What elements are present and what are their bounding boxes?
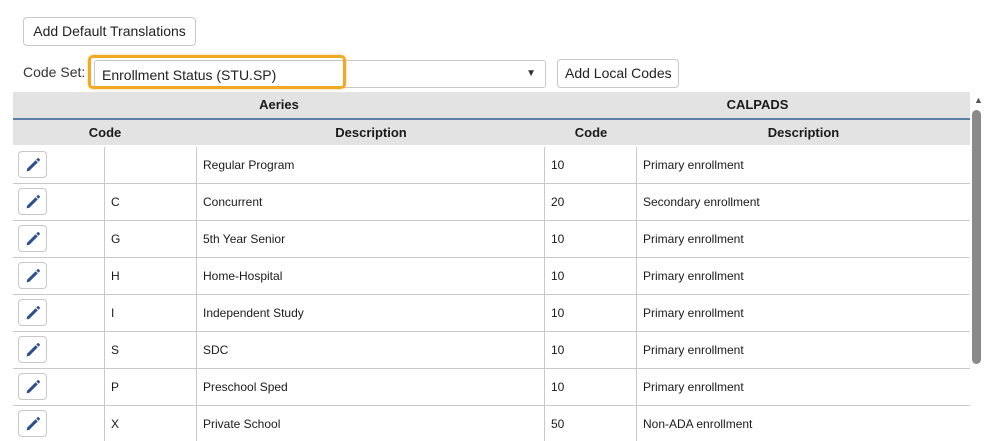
calpads-description-cell: Non-ADA enrollment [643,417,753,431]
aeries-code-cell: G [105,221,197,257]
aeries-description-cell: Home-Hospital [197,258,545,294]
calpads-code-cell: 10 [545,258,637,294]
calpads-description-cell: Secondary enrollment [643,195,760,209]
chevron-up-icon[interactable]: ▲ [974,95,983,105]
aeries-code-cell: X [105,406,197,441]
code-set-label: Code Set: [23,64,86,80]
scrollbar-thumb[interactable] [972,110,981,364]
calpads-description-cell: Primary enrollment [643,380,744,394]
add-local-codes-button[interactable]: Add Local Codes [557,59,679,88]
vertical-scrollbar[interactable]: ▲ [970,92,988,441]
edit-cell [13,295,105,331]
column-header-calpads-description[interactable]: Description [637,120,970,145]
translation-table: Aeries CALPADS Code Description Code Des… [13,92,970,441]
calpads-description-cell: Primary enrollment [643,306,744,320]
table-row: I Independent Study 10 Primary enrollment [13,295,970,332]
edit-button[interactable] [18,336,47,363]
table-row: X Private School 50 Non-ADA enrollment [13,406,970,441]
edit-cell [13,332,105,368]
edit-cell [13,369,105,405]
calpads-code-cell: 10 [545,369,637,405]
group-header-calpads: CALPADS [726,97,789,112]
calpads-code-cell: 20 [545,184,637,220]
edit-cell [13,221,105,257]
calpads-code-cell: 50 [545,406,637,441]
aeries-code-cell: H [105,258,197,294]
edit-cell [13,406,105,441]
group-header-row: Aeries CALPADS [13,92,970,118]
aeries-description-cell: 5th Year Senior [197,221,545,257]
aeries-description-cell: Preschool Sped [197,369,545,405]
aeries-description-cell: SDC [197,332,545,368]
edit-button[interactable] [18,299,47,326]
table-row: C Concurrent 20 Secondary enrollment [13,184,970,221]
calpads-code-cell: 10 [545,147,637,183]
aeries-code-cell: S [105,332,197,368]
edit-button[interactable] [18,373,47,400]
edit-button[interactable] [18,262,47,289]
calpads-description-cell: Primary enrollment [643,158,744,172]
calpads-description-cell: Primary enrollment [643,343,744,357]
aeries-code-cell [105,147,197,183]
table-row: H Home-Hospital 10 Primary enrollment [13,258,970,295]
calpads-description-cell: Primary enrollment [643,232,744,246]
calpads-code-cell: 10 [545,295,637,331]
edit-cell [13,147,105,183]
edit-button[interactable] [18,410,47,437]
group-header-aeries: Aeries [259,97,299,112]
table-row: Regular Program 10 Primary enrollment [13,147,970,184]
code-set-highlight [88,55,346,89]
edit-cell [13,184,105,220]
edit-cell [13,258,105,294]
table-row: S SDC 10 Primary enrollment [13,332,970,369]
table-row: P Preschool Sped 10 Primary enrollment [13,369,970,406]
chevron-down-icon: ▼ [526,68,536,79]
edit-button[interactable] [18,188,47,215]
edit-button[interactable] [18,225,47,252]
aeries-description-cell: Private School [197,406,545,441]
column-header-aeries-description[interactable]: Description [197,120,545,145]
calpads-code-cell: 10 [545,332,637,368]
aeries-code-cell: P [105,369,197,405]
table-row: G 5th Year Senior 10 Primary enrollment [13,221,970,258]
column-header-row: Code Description Code Description [13,118,970,145]
column-header-aeries-code[interactable]: Code [13,120,197,145]
calpads-code-cell: 10 [545,221,637,257]
aeries-description-cell: Independent Study [197,295,545,331]
aeries-description-cell: Regular Program [197,147,545,183]
edit-button[interactable] [18,151,47,178]
aeries-code-cell: C [105,184,197,220]
aeries-description-cell: Concurrent [197,184,545,220]
column-header-calpads-code[interactable]: Code [545,120,637,145]
calpads-description-cell: Primary enrollment [643,269,744,283]
add-default-translations-button[interactable]: Add Default Translations [23,17,196,46]
aeries-code-cell: I [105,295,197,331]
